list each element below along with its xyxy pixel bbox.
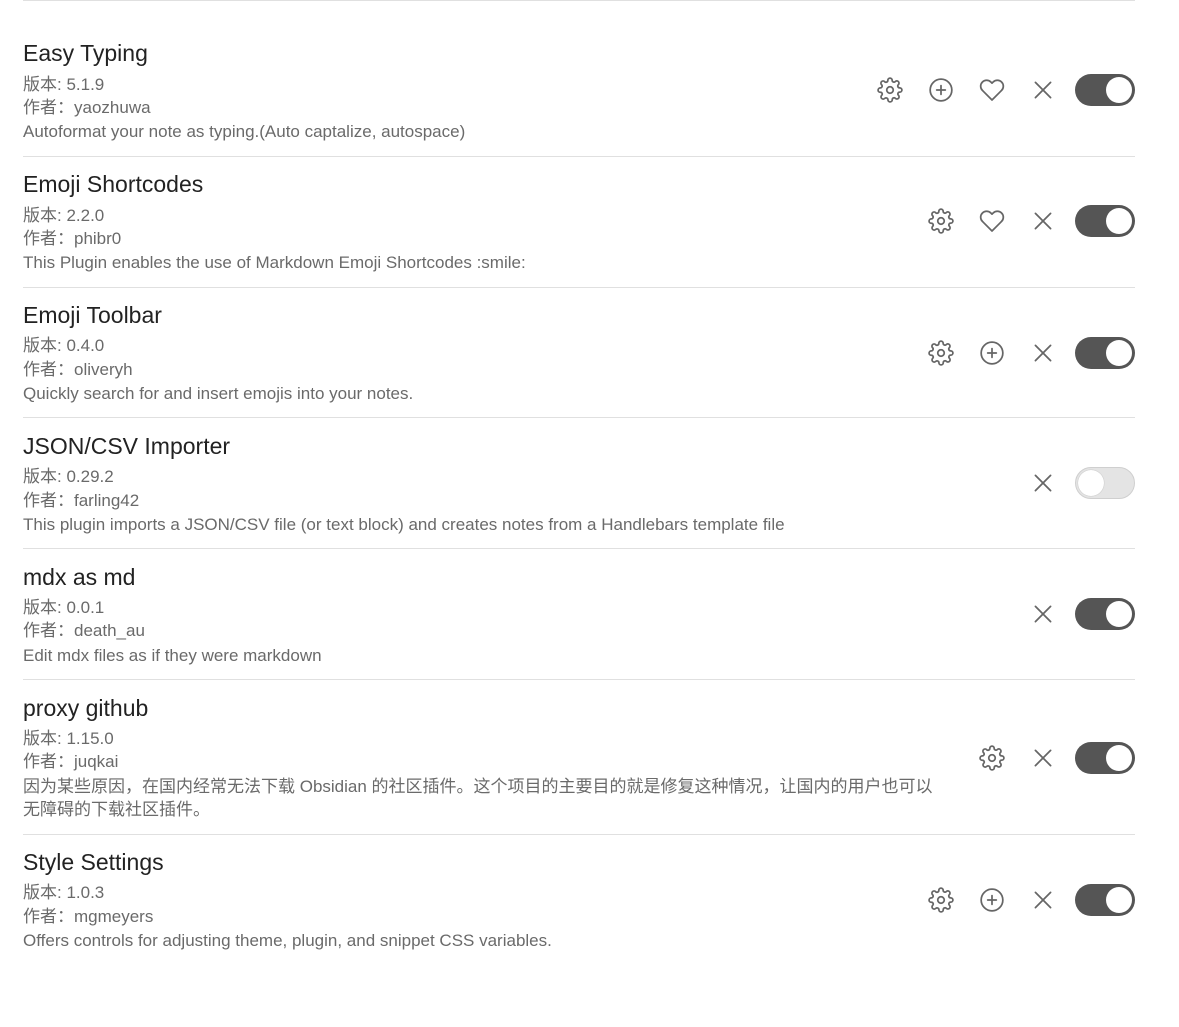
settings-button[interactable] xyxy=(926,338,956,368)
plugin-name: Easy Typing xyxy=(23,40,148,66)
close-icon xyxy=(1034,81,1052,99)
plugin-item-easy-typing: Easy Typing 版本: 5.1.9 作者：yaozhuwa Autofo… xyxy=(23,0,1135,157)
gear-icon xyxy=(928,208,954,234)
donate-button[interactable] xyxy=(977,75,1007,105)
plugin-item-json-csv-importer: JSON/CSV Importer 版本: 0.29.2 作者：farling4… xyxy=(23,418,1135,549)
uninstall-button[interactable] xyxy=(1028,338,1058,368)
plugin-description: Edit mdx files as if they were markdown xyxy=(23,646,322,665)
plugin-item-proxy-github: proxy github 版本: 1.15.0 作者：juqkai 因为某些原因… xyxy=(23,680,1135,835)
gear-icon xyxy=(877,77,903,103)
gear-icon xyxy=(928,340,954,366)
enable-toggle[interactable] xyxy=(1075,884,1135,916)
uninstall-button[interactable] xyxy=(1028,885,1058,915)
gear-icon xyxy=(979,745,1005,771)
uninstall-button[interactable] xyxy=(1028,206,1058,236)
enable-toggle[interactable] xyxy=(1075,205,1135,237)
toggle-knob xyxy=(1106,340,1132,366)
uninstall-button[interactable] xyxy=(1028,468,1058,498)
plugin-name: Style Settings xyxy=(23,849,164,875)
plugin-author: 作者：oliveryh xyxy=(23,360,133,379)
plugin-description: Autoformat your note as typing.(Auto cap… xyxy=(23,122,466,141)
plugin-description: This Plugin enables the use of Markdown … xyxy=(23,253,526,272)
plugin-author: 作者：juqkai xyxy=(23,752,119,771)
plugin-name: Emoji Shortcodes xyxy=(23,171,204,197)
plugin-author: 作者：mgmeyers xyxy=(23,907,154,926)
plugin-version: 版本: 0.0.1 xyxy=(23,598,105,617)
plugin-controls xyxy=(956,742,1135,774)
plugin-name: Emoji Toolbar xyxy=(23,302,162,328)
close-icon xyxy=(1034,212,1052,230)
settings-button[interactable] xyxy=(875,75,905,105)
toggle-knob xyxy=(1078,470,1104,496)
plugin-item-emoji-toolbar: Emoji Toolbar 版本: 0.4.0 作者：oliveryh Quic… xyxy=(23,288,1135,418)
settings-button[interactable] xyxy=(926,885,956,915)
plugin-item-emoji-shortcodes: Emoji Shortcodes 版本: 2.2.0 作者：phibr0 Thi… xyxy=(23,157,1135,288)
plugin-name: mdx as md xyxy=(23,564,136,590)
plugin-name: JSON/CSV Importer xyxy=(23,433,231,459)
uninstall-button[interactable] xyxy=(1028,743,1058,773)
close-icon xyxy=(1034,891,1052,909)
plugin-description: This plugin imports a JSON/CSV file (or … xyxy=(23,515,785,534)
close-icon xyxy=(1034,474,1052,492)
gear-icon xyxy=(928,887,954,913)
donate-button[interactable] xyxy=(977,206,1007,236)
plugin-author: 作者：phibr0 xyxy=(23,229,122,248)
toggle-knob xyxy=(1106,601,1132,627)
enable-toggle[interactable] xyxy=(1075,337,1135,369)
enable-toggle[interactable] xyxy=(1075,74,1135,106)
close-icon xyxy=(1034,344,1052,362)
plugin-author: 作者：yaozhuwa xyxy=(23,98,151,117)
plugin-item-style-settings: Style Settings 版本: 1.0.3 作者：mgmeyers Off… xyxy=(23,835,1135,975)
plugin-description: Offers controls for adjusting theme, plu… xyxy=(23,931,552,950)
hotkeys-button[interactable] xyxy=(926,75,956,105)
plugin-controls xyxy=(905,884,1135,916)
plugin-version: 版本: 1.15.0 xyxy=(23,729,114,748)
enable-toggle[interactable] xyxy=(1075,598,1135,630)
plugin-author: 作者：farling42 xyxy=(23,491,140,510)
plugin-controls xyxy=(854,74,1135,106)
enable-toggle[interactable] xyxy=(1075,467,1135,499)
plugin-version: 版本: 1.0.3 xyxy=(23,883,105,902)
close-icon xyxy=(1034,749,1052,767)
plus-circle-icon xyxy=(929,78,953,102)
settings-button[interactable] xyxy=(977,743,1007,773)
plugin-controls xyxy=(1007,467,1135,499)
plugin-version: 版本: 0.29.2 xyxy=(23,467,114,486)
settings-button[interactable] xyxy=(926,206,956,236)
toggle-knob xyxy=(1106,887,1132,913)
toggle-knob xyxy=(1106,208,1132,234)
plugin-item-mdx-as-md: mdx as md 版本: 0.0.1 作者：death_au Edit mdx… xyxy=(23,549,1135,680)
toggle-knob xyxy=(1106,745,1132,771)
uninstall-button[interactable] xyxy=(1028,599,1058,629)
plugin-description: Quickly search for and insert emojis int… xyxy=(23,384,414,403)
toggle-knob xyxy=(1106,77,1132,103)
plus-circle-icon xyxy=(980,341,1004,365)
uninstall-button[interactable] xyxy=(1028,75,1058,105)
hotkeys-button[interactable] xyxy=(977,885,1007,915)
plugin-controls xyxy=(905,205,1135,237)
hotkeys-button[interactable] xyxy=(977,338,1007,368)
close-icon xyxy=(1034,605,1052,623)
heart-icon xyxy=(979,79,1005,101)
plugin-controls xyxy=(1007,598,1135,630)
plugin-version: 版本: 0.4.0 xyxy=(23,336,105,355)
plugin-description: 因为某些原因，在国内经常无法下载 Obsidian 的社区插件。这个项目的主要目… xyxy=(23,777,933,819)
enable-toggle[interactable] xyxy=(1075,742,1135,774)
plugin-author: 作者：death_au xyxy=(23,621,145,640)
plugin-controls xyxy=(905,337,1135,369)
heart-icon xyxy=(979,210,1005,232)
plugin-version: 版本: 5.1.9 xyxy=(23,75,105,94)
plugin-name: proxy github xyxy=(23,695,149,721)
plugin-version: 版本: 2.2.0 xyxy=(23,206,105,225)
plus-circle-icon xyxy=(980,888,1004,912)
